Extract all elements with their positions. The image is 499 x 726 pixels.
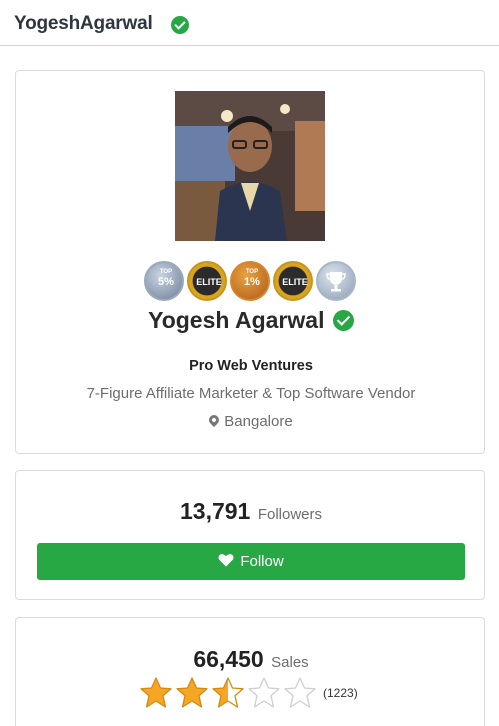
trophy-badge-icon [316,261,356,301]
sales-label: Sales [271,654,309,671]
header-username[interactable]: YogeshAgarwal [14,13,153,35]
elite-badge-icon: ELITE [187,261,227,301]
location-label: Bangalore [224,413,293,430]
sales-card: 66,450 Sales (1223) [15,617,485,726]
star-icon [176,677,208,708]
badge-label: 1% [244,276,260,288]
star-icon [212,677,244,708]
follow-button-label: Follow [240,553,284,570]
followers-stat: 13,791 Followers [16,498,486,525]
elite-badge-icon: ELITE [273,261,313,301]
follow-button[interactable]: Follow [37,543,465,580]
star-icon [284,677,316,708]
badge-label: 5% [158,276,174,288]
badge-sub-label: TOP [159,269,173,275]
top-bar: YogeshAgarwal [0,0,499,46]
map-pin-icon [207,412,222,428]
profile-name: Yogesh Agarwal [148,307,325,333]
profile-card: TOP 5% ELITE TOP 1% ELITE Yogesh Agarwal… [15,70,485,454]
company-name[interactable]: Pro Web Ventures [16,358,486,374]
sales-stat: 66,450 Sales [16,646,486,673]
star-icon [248,677,280,708]
badge-label: ELITE [282,277,308,287]
profile-location: Bangalore [16,412,486,430]
badge-label: ELITE [196,277,222,287]
top-5-percent-badge-icon: TOP 5% [144,261,184,301]
top-1-percent-badge-icon: TOP 1% [230,261,270,301]
profile-name-row: Yogesh Agarwal [16,307,486,337]
followers-count: 13,791 [180,498,251,524]
badge-sub-label: TOP [245,269,259,275]
followers-label: Followers [257,506,322,523]
heart-icon [218,554,234,567]
achievement-badges: TOP 5% ELITE TOP 1% ELITE [144,261,358,303]
followers-card: 13,791 Followers Follow [15,470,485,600]
verified-check-icon [332,310,354,331]
profile-tagline: 7-Figure Affiliate Marketer & Top Softwa… [86,385,416,402]
avatar [175,91,325,241]
verified-check-icon [171,16,189,34]
sales-count: 66,450 [193,646,264,672]
review-count: (1223) [323,686,358,700]
star-icon [140,677,172,708]
